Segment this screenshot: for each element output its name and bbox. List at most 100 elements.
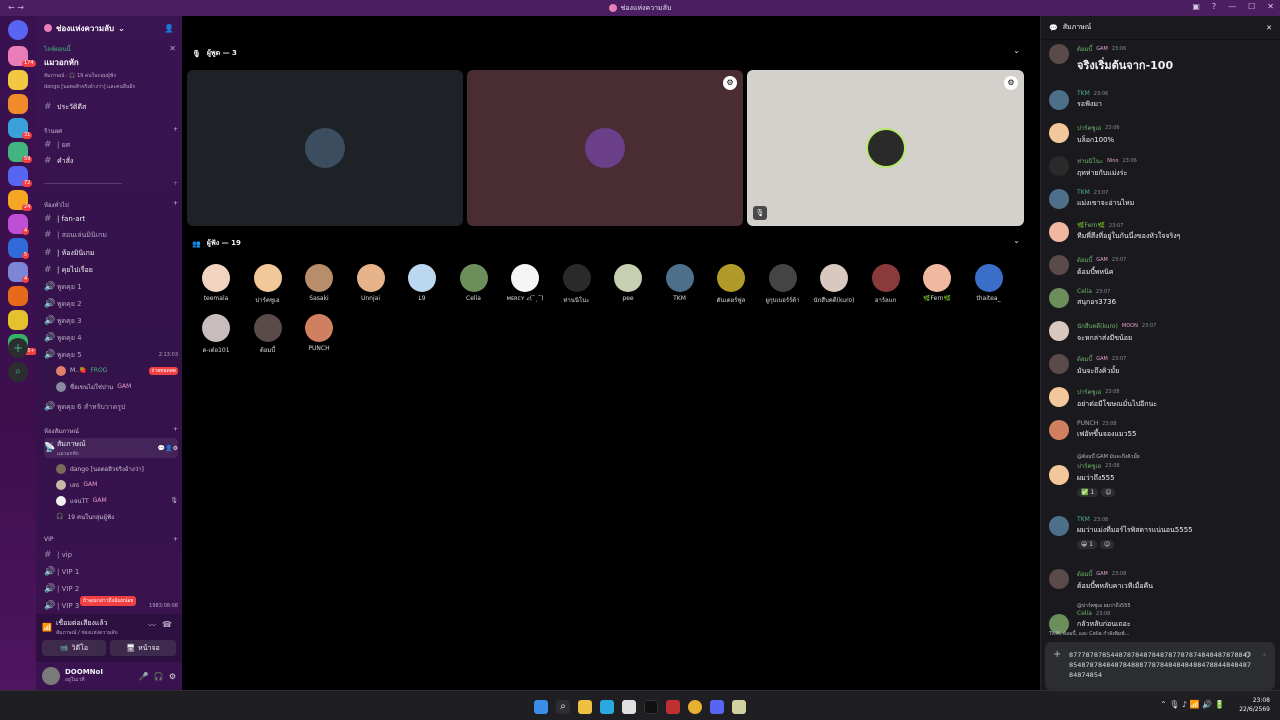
voice-vip1[interactable]: 🔊 | VIP 1 — [44, 565, 178, 579]
mention-tooltip[interactable]: ถ้าคุณกล่าวถึงฉันหน่อย — [80, 596, 137, 606]
add-reaction-icon[interactable]: ☺ — [1099, 540, 1115, 549]
message-author[interactable]: ต้อมบี้ — [1077, 255, 1092, 265]
avatar[interactable] — [1049, 465, 1069, 485]
add-server-icon[interactable]: + — [8, 338, 28, 358]
voice-channel[interactable]: สัมภาษณ์ / ช่องแห่งความลับ — [56, 629, 118, 637]
category-general[interactable]: ห้องทั่วไป + — [44, 200, 178, 210]
tray-icons[interactable]: ⌃ 🎙 ♪ 📶 🔊 🔋 — [1160, 700, 1225, 709]
live-event-card[interactable]: ไลฟ์ตอนนี้ แมวอกหัก สัมภาษณ์ · 🎧 19 คนใน… — [44, 44, 178, 91]
speaker-tile[interactable] — [187, 70, 463, 226]
message-author[interactable]: ปาร์คซูเอ — [1077, 123, 1101, 133]
edge-icon[interactable] — [600, 700, 614, 714]
message-author[interactable]: ต้อมบี้ — [1077, 354, 1092, 364]
chat-message[interactable]: ปาร์คซูเอ 23:08 อย่าต่อมีโฆษณมั่นไปอีกนะ — [1049, 387, 1275, 410]
message-author[interactable]: ปาร์คซูเอ — [1077, 387, 1101, 397]
category-divider[interactable]: ————————————— + — [44, 180, 178, 187]
speakers-header[interactable]: 🎙 ผู้พูด — 3 — [192, 48, 237, 59]
chat-message[interactable]: Celia 23:07 สนุกอร3736 — [1049, 288, 1275, 308]
category-vip[interactable]: VIP + — [44, 536, 178, 543]
audience-member[interactable]: pee — [605, 264, 651, 302]
audience-member[interactable]: ฮาร์ลแก — [863, 264, 909, 305]
category-stage[interactable]: ห้องสัมภาษณ์ + — [44, 426, 178, 436]
chat-message[interactable]: ต้อมบี้ GAM 23:07 ต้อมบี้พหนิค — [1049, 255, 1275, 278]
chat-message[interactable]: ต้อมบี้ GAM 23:07 มันจะถึงคิวมั้ย — [1049, 354, 1275, 377]
avatar[interactable] — [1049, 222, 1069, 242]
avatar[interactable] — [1049, 189, 1069, 209]
reply-preview[interactable]: @ต้อมบี้ GAM มันจะถึงคิวมั้ย — [1077, 453, 1275, 461]
message-author[interactable]: Celia — [1077, 610, 1092, 617]
screen-share-button[interactable]: 🖥 หน้าจอ — [110, 640, 176, 656]
video-button[interactable]: 📹 วิดีโอ — [42, 640, 106, 656]
signal-icon[interactable]: 📶 — [42, 623, 52, 632]
avatar[interactable] — [1049, 569, 1069, 589]
stage-actions-icon[interactable]: 💬👤⚙ — [158, 445, 178, 452]
voice-talk5[interactable]: 🔊 พูดคุย 5 2:13:03 — [44, 348, 178, 362]
disconnect-icon[interactable]: ☎ — [162, 620, 172, 629]
discord-icon[interactable] — [710, 700, 724, 714]
microphone-icon[interactable]: 🎤 — [139, 672, 149, 681]
avatar[interactable] — [1049, 354, 1069, 374]
stage-channel[interactable]: 📡 สัมภาษณ์ แมวอกหัก 💬👤⚙ — [44, 438, 178, 458]
audience-member[interactable]: ท่านนิโนะ — [554, 264, 600, 305]
maximize-icon[interactable]: ☐ — [1248, 2, 1255, 11]
reply-preview[interactable]: @ปาร์คซูเอ ผมว่าถึง555 — [1077, 602, 1275, 610]
explore-icon[interactable]: ⌕ — [8, 362, 28, 382]
audience-member[interactable]: L9 — [399, 264, 445, 302]
voice-talk3[interactable]: 🔊 พูดคุย 3 — [44, 314, 178, 328]
chat-message[interactable]: 🌿Fern🌿 23:07 ทีมพี่สึงที่อยู่ในกันนึ่งของห… — [1049, 222, 1275, 242]
server-icon[interactable] — [8, 286, 28, 306]
avatar[interactable] — [1049, 123, 1069, 143]
store-icon[interactable] — [622, 700, 636, 714]
close-icon[interactable]: ✕ — [169, 44, 176, 53]
audience-member[interactable]: Sasaki — [296, 264, 342, 302]
avatar[interactable] — [42, 667, 60, 685]
speaker-tile[interactable]: ⚙ 🎙 — [747, 70, 1024, 226]
avatar[interactable] — [1049, 90, 1069, 110]
app-icon[interactable] — [732, 700, 746, 714]
chat-message[interactable]: TKM 23:08 ผมว่าแม่งที่มอร์ไรพิสดารแน่นอน55… — [1049, 516, 1275, 549]
audience-member[interactable]: ᴍᴇʀᴄʏ ረ(˘¸˘) — [502, 264, 548, 303]
avatar[interactable] — [1049, 321, 1069, 341]
voice-talk6[interactable]: 🔊 พูดคุย 6 สำหรับวาดรูป — [44, 400, 178, 414]
stage-user[interactable]: แจนTT GAM 🎙 — [56, 494, 178, 507]
inbox-icon[interactable]: ▣ — [1192, 2, 1200, 11]
headphones-icon[interactable]: 🎧 — [154, 672, 164, 681]
avatar[interactable] — [1049, 44, 1069, 64]
audience-member[interactable]: Celia — [451, 264, 497, 302]
channel-fanart[interactable]: # | fan-art — [44, 212, 178, 226]
message-author[interactable]: TKM — [1077, 189, 1090, 196]
voice-vip2[interactable]: 🔊 | VIP 2 — [44, 582, 178, 596]
message-input[interactable]: + 87778787854487878487848787787874848487… — [1045, 642, 1275, 690]
audience-member[interactable]: ยูกุบเบอร์ร์ด้า — [760, 264, 806, 305]
channel-chat[interactable]: # | คุยไปเรื่อย — [44, 263, 178, 277]
audience-member[interactable]: TKM — [657, 264, 703, 302]
discord-home-icon[interactable] — [8, 20, 28, 40]
clock[interactable]: 23:08 22/6/2569 — [1239, 696, 1270, 714]
plus-icon[interactable]: + — [173, 200, 178, 210]
audience-member[interactable]: Unnjai — [348, 264, 394, 302]
server-icon[interactable] — [8, 310, 28, 330]
minimize-icon[interactable]: — — [1228, 2, 1236, 11]
server-icon[interactable] — [8, 94, 28, 114]
file-explorer-icon[interactable] — [578, 700, 592, 714]
speaker-tile[interactable]: ⚙ — [467, 70, 743, 226]
channel-vip[interactable]: # | vip — [44, 548, 178, 562]
chat-message[interactable]: @ต้อมบี้ GAM มันจะถึงคิวมั้ย ปาร์คซูเอ 23:… — [1049, 453, 1275, 497]
message-author[interactable]: TKM — [1077, 516, 1090, 523]
back-arrows-icon[interactable]: ← → — [8, 3, 24, 12]
audience-member[interactable]: PUNCH — [296, 314, 342, 352]
voice-user[interactable]: M..🍓 FROG ถ่ายทอดสด — [56, 364, 178, 377]
close-icon[interactable]: ✕ — [1267, 2, 1274, 11]
message-author[interactable]: นักสืบคดี(kuro) — [1077, 321, 1118, 331]
chat-message[interactable]: นักสืบคดี(kuro) MOON 23:07 จะหกล่าส่งมีขน้อ… — [1049, 321, 1275, 344]
audience-member[interactable]: ปาร์คซูเอ — [245, 264, 291, 305]
plus-icon[interactable]: + — [1053, 650, 1061, 660]
message-author[interactable]: ต้อมบี้ — [1077, 569, 1092, 579]
channel-command[interactable]: # คำสั่ง — [44, 154, 178, 168]
avatar[interactable] — [1049, 387, 1069, 407]
chat-message[interactable]: ต้อมบี้ GAM 23:08 ต้อมบี้พหลับคาเวทีเมื่อคื… — [1049, 569, 1275, 592]
audience-member[interactable]: นักสืบคดี(kuro) — [811, 264, 857, 305]
chat-message[interactable]: TKM 23:06 รอฟังมา — [1049, 90, 1275, 110]
server-header[interactable]: ช่องแห่งความลับ ⌄ 👤 — [36, 16, 182, 40]
windows-start-icon[interactable] — [534, 700, 548, 714]
